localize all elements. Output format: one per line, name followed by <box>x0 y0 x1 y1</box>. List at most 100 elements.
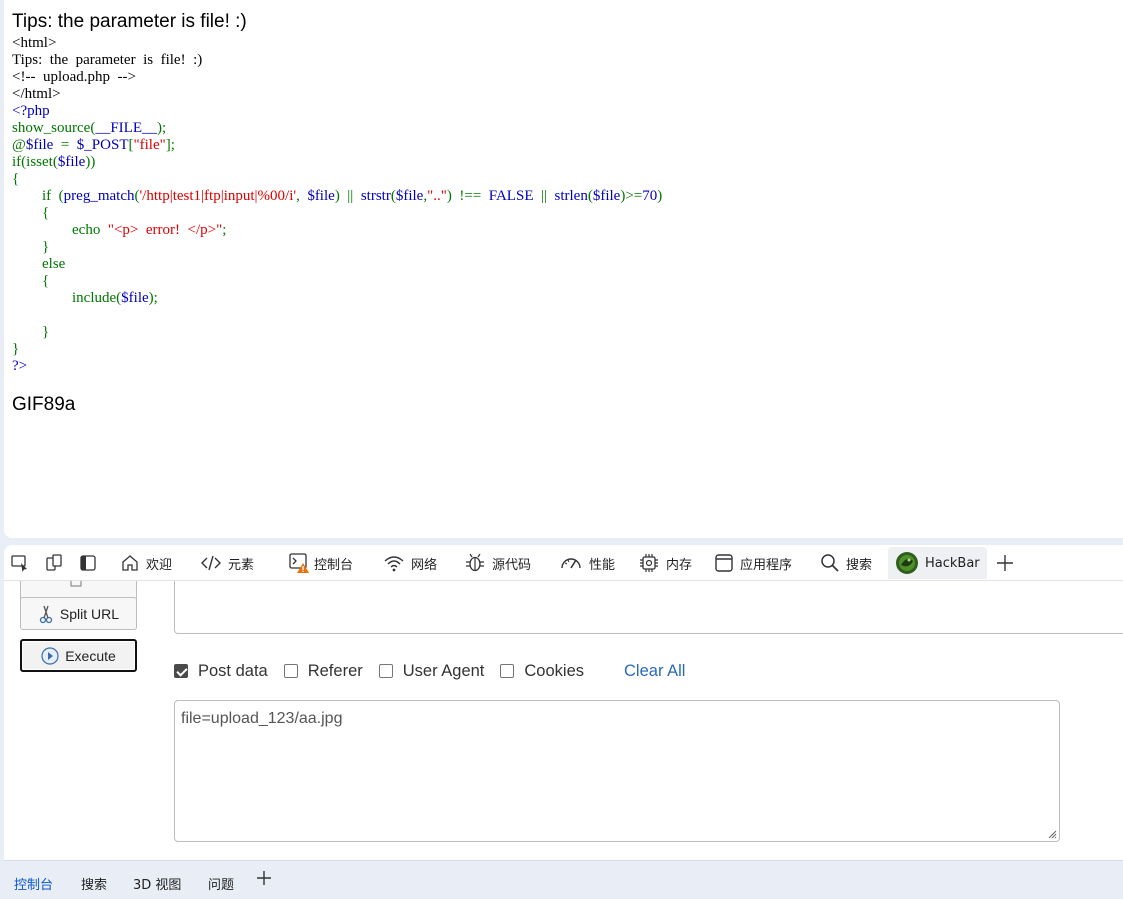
source-token: echo <box>12 222 108 238</box>
source-token: ?> <box>12 358 28 374</box>
tab-console[interactable]: 控制台 <box>288 549 353 577</box>
clear-all-link[interactable]: Clear All <box>624 662 685 681</box>
hackbar-panel: Split URL Execute Post data Referer User… <box>4 581 1123 860</box>
cookies-label: Cookies <box>524 661 585 680</box>
tool-icon <box>70 581 81 587</box>
source-token: <html> <box>12 35 57 51</box>
chip-icon <box>640 554 658 572</box>
source-token: $file <box>57 154 86 170</box>
tab-label: 元素 <box>228 557 255 573</box>
referer-option[interactable]: Referer <box>283 661 363 681</box>
source-token: else <box>12 256 66 272</box>
referer-checkbox[interactable] <box>283 664 298 678</box>
tab-label: 内存 <box>666 557 693 573</box>
source-line: ?> <box>12 358 662 375</box>
tab-performance[interactable]: 性能 <box>559 549 615 577</box>
source-token: ]; <box>165 137 175 153</box>
cookies-checkbox[interactable] <box>500 664 515 678</box>
source-token: show_source <box>12 120 91 136</box>
tab-label: 源代码 <box>492 557 532 573</box>
source-token: $_POST <box>76 137 129 153</box>
post-data-option[interactable]: Post data <box>174 662 268 681</box>
source-token: ".." <box>427 188 447 204</box>
source-token: )>= <box>620 188 643 204</box>
post-data-checkbox[interactable] <box>174 664 188 678</box>
source-token: "file" <box>133 137 166 153</box>
drawer-tab-console[interactable]: 控制台 <box>14 874 53 893</box>
dock-sidebar-icon[interactable] <box>78 549 98 577</box>
console-warning-icon <box>289 553 309 573</box>
source-token: { <box>12 205 50 221</box>
source-token: $file <box>395 188 424 204</box>
devtools-panel: 欢迎 元素 控制台 网络 源代码 性能 内存 应用程序 搜索 HackBar S… <box>4 545 1123 899</box>
tab-label: HackBar <box>925 555 980 571</box>
source-line: <html> <box>12 35 662 52</box>
source-line: } <box>12 324 662 341</box>
split-url-button[interactable]: Split URL <box>20 597 137 630</box>
source-line: else <box>12 256 662 273</box>
tab-search[interactable]: 搜索 <box>820 549 872 577</box>
source-token: ) || <box>334 188 361 204</box>
resize-grip-icon[interactable] <box>1047 829 1057 839</box>
window-icon <box>715 554 733 572</box>
tab-sources[interactable]: 源代码 <box>464 549 531 577</box>
source-line: <?php <box>12 103 662 120</box>
source-token: ; <box>222 222 227 238</box>
source-line <box>12 307 662 324</box>
tab-application[interactable]: 应用程序 <box>714 549 792 577</box>
options-row: Post data Referer User Agent Cookies Cle… <box>174 660 685 682</box>
drawer-tab-search[interactable]: 搜索 <box>81 874 107 893</box>
source-token: strstr <box>360 188 391 204</box>
tab-label: 欢迎 <box>146 557 173 573</box>
gauge-icon <box>561 558 581 569</box>
source-line: </html> <box>12 86 662 103</box>
bug-icon <box>466 553 484 572</box>
page-heading: Tips: the parameter is file! :) <box>12 11 247 32</box>
source-token: '/http|test1|ftp|input|%00/i' <box>139 188 297 204</box>
source-line: show_source(__FILE__); <box>12 120 662 137</box>
post-data-textarea[interactable]: file=upload_123/aa.jpg <box>174 700 1060 842</box>
source-token: { <box>12 273 50 289</box>
source-token: if ( <box>12 188 64 204</box>
drawer-tab-issues[interactable]: 问题 <box>208 874 234 893</box>
execute-button[interactable]: Execute <box>20 639 137 672</box>
tab-hackbar[interactable]: HackBar <box>888 547 987 579</box>
tab-memory[interactable]: 内存 <box>638 549 692 577</box>
source-token: $file <box>307 188 335 204</box>
execute-label: Execute <box>65 647 116 664</box>
user-agent-option[interactable]: User Agent <box>378 661 485 681</box>
gif-header-text: GIF89a <box>12 394 76 415</box>
source-token: , <box>296 188 308 204</box>
devtools-toolbar: 欢迎 元素 控制台 网络 源代码 性能 内存 应用程序 搜索 HackBar <box>4 545 1123 581</box>
inspect-element-icon[interactable] <box>10 549 30 577</box>
tab-welcome[interactable]: 欢迎 <box>120 549 172 577</box>
source-line: echo "<p> error! </p>"; <box>12 222 662 239</box>
source-token: </html> <box>12 86 61 102</box>
cookies-option[interactable]: Cookies <box>500 662 584 681</box>
source-token: @ <box>12 137 26 153</box>
source-line: } <box>12 341 662 358</box>
source-token: { <box>12 171 20 187</box>
source-token: } <box>12 341 20 357</box>
add-tab-button[interactable] <box>996 549 1014 577</box>
tab-network[interactable]: 网络 <box>383 549 437 577</box>
source-line: { <box>12 171 662 188</box>
tab-elements[interactable]: 元素 <box>200 549 254 577</box>
source-line: <!-- upload.php --> <box>12 69 662 86</box>
play-icon <box>41 646 59 665</box>
add-drawer-tab-icon[interactable] <box>256 870 272 886</box>
source-token: __FILE__ <box>95 120 157 136</box>
url-textarea[interactable] <box>174 581 1123 634</box>
drawer-tab-3d-view[interactable]: 3D 视图 <box>133 874 181 893</box>
user-agent-checkbox[interactable] <box>378 664 393 678</box>
source-line: } <box>12 239 662 256</box>
device-emulation-icon[interactable] <box>44 549 64 577</box>
source-line: if(isset($file)) <box>12 154 662 171</box>
tab-label: 性能 <box>589 557 616 573</box>
source-token: strlen <box>554 188 588 204</box>
split-url-label: Split URL <box>59 605 120 622</box>
user-agent-label: User Agent <box>402 661 485 680</box>
referer-label: Referer <box>307 661 363 680</box>
drawer-tabbar: 控制台 搜索 3D 视图 问题 <box>4 860 1123 899</box>
tab-label: 搜索 <box>846 557 873 573</box>
